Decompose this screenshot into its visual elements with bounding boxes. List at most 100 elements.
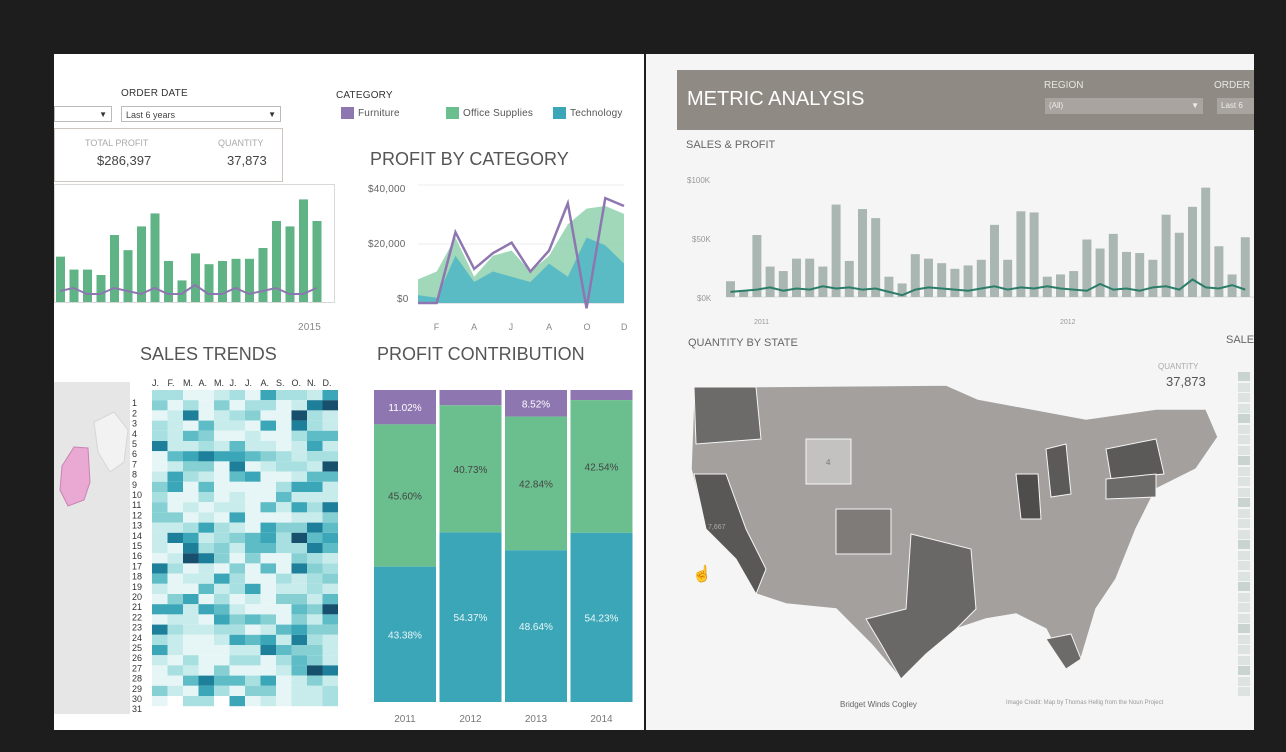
heatmap-cell[interactable] bbox=[322, 502, 339, 513]
heatmap-cell[interactable] bbox=[276, 665, 292, 676]
heatmap-cell[interactable] bbox=[260, 563, 277, 574]
map-state-mi[interactable] bbox=[1045, 443, 1072, 498]
heatmap-cell[interactable] bbox=[152, 665, 168, 676]
us-state-map[interactable]: 4 7,667 bbox=[686, 379, 1226, 689]
heatmap-cell[interactable] bbox=[167, 604, 184, 615]
heatmap-cell[interactable] bbox=[276, 502, 292, 513]
heatmap-cell[interactable] bbox=[322, 594, 339, 605]
side-strip-cell[interactable] bbox=[1238, 655, 1250, 665]
heatmap-cell[interactable] bbox=[260, 696, 277, 707]
heatmap-cell[interactable] bbox=[214, 563, 230, 574]
heatmap-cell[interactable] bbox=[276, 410, 292, 421]
heatmap-cell[interactable] bbox=[229, 430, 246, 441]
heatmap-cell[interactable] bbox=[307, 410, 323, 421]
heatmap-cell[interactable] bbox=[198, 645, 215, 656]
stack-segment-furniture[interactable] bbox=[570, 390, 633, 401]
heatmap-cell[interactable] bbox=[214, 696, 230, 707]
heatmap-cell[interactable] bbox=[167, 522, 184, 533]
heatmap-cell[interactable] bbox=[276, 512, 292, 523]
heatmap-cell[interactable] bbox=[167, 583, 184, 594]
heatmap-cell[interactable] bbox=[183, 400, 199, 411]
heatmap-cell[interactable] bbox=[198, 634, 215, 645]
side-strip-cell[interactable] bbox=[1238, 414, 1250, 423]
map-state-pa[interactable] bbox=[1105, 473, 1157, 500]
heatmap-cell[interactable] bbox=[198, 583, 215, 594]
heatmap-cell[interactable] bbox=[229, 522, 246, 533]
heatmap-cell[interactable] bbox=[276, 420, 292, 431]
heatmap-cell[interactable] bbox=[214, 543, 230, 554]
sales-bar[interactable] bbox=[726, 281, 735, 297]
heatmap-cell[interactable] bbox=[214, 420, 230, 431]
heatmap-cell[interactable] bbox=[322, 512, 339, 523]
sales-bar[interactable] bbox=[884, 276, 894, 297]
heatmap-cell[interactable] bbox=[167, 665, 184, 676]
heatmap-cell[interactable] bbox=[276, 461, 292, 472]
heatmap-cell[interactable] bbox=[229, 655, 246, 666]
sales-bar[interactable] bbox=[191, 253, 200, 302]
heatmap-cell[interactable] bbox=[214, 390, 230, 401]
heatmap-cell[interactable] bbox=[260, 634, 277, 645]
heatmap-cell[interactable] bbox=[183, 532, 199, 543]
heatmap-cell[interactable] bbox=[307, 522, 323, 533]
heatmap-cell[interactable] bbox=[183, 553, 199, 564]
heatmap-cell[interactable] bbox=[291, 430, 308, 441]
heatmap-cell[interactable] bbox=[245, 461, 261, 472]
heatmap-cell[interactable] bbox=[183, 604, 199, 615]
heatmap-cell[interactable] bbox=[322, 441, 339, 452]
heatmap-cell[interactable] bbox=[245, 665, 261, 676]
heatmap-cell[interactable] bbox=[183, 614, 199, 625]
sales-bar[interactable] bbox=[1188, 206, 1197, 297]
heatmap-cell[interactable] bbox=[291, 624, 308, 635]
heatmap-cell[interactable] bbox=[183, 655, 199, 666]
heatmap-cell[interactable] bbox=[214, 685, 230, 696]
heatmap-cell[interactable] bbox=[183, 420, 199, 431]
map-state-co[interactable] bbox=[835, 508, 892, 555]
heatmap-cell[interactable] bbox=[183, 481, 199, 492]
sales-bar[interactable] bbox=[976, 259, 986, 297]
heatmap-cell[interactable] bbox=[276, 553, 292, 564]
heatmap-cell[interactable] bbox=[152, 696, 168, 707]
heatmap-cell[interactable] bbox=[260, 481, 277, 492]
heatmap-cell[interactable] bbox=[183, 685, 199, 696]
heatmap-cell[interactable] bbox=[214, 665, 230, 676]
legend-label-furniture[interactable]: Furniture bbox=[358, 108, 400, 119]
heatmap-cell[interactable] bbox=[167, 573, 184, 584]
heatmap-cell[interactable] bbox=[214, 512, 230, 523]
side-strip-cell[interactable] bbox=[1238, 666, 1250, 675]
heatmap-cell[interactable] bbox=[322, 675, 339, 686]
heatmap-cell[interactable] bbox=[214, 604, 230, 615]
heatmap-cell[interactable] bbox=[229, 553, 246, 564]
heatmap-cell[interactable] bbox=[276, 563, 292, 574]
heatmap-cell[interactable] bbox=[260, 441, 277, 452]
heatmap-cell[interactable] bbox=[198, 420, 215, 431]
heatmap-cell[interactable] bbox=[183, 563, 199, 574]
heatmap-cell[interactable] bbox=[307, 675, 323, 686]
heatmap-cell[interactable] bbox=[183, 665, 199, 676]
heatmap-cell[interactable] bbox=[198, 481, 215, 492]
side-strip-cell[interactable] bbox=[1238, 687, 1250, 696]
sales-bar[interactable] bbox=[83, 269, 92, 302]
heatmap-cell[interactable] bbox=[183, 696, 199, 707]
heatmap-cell[interactable] bbox=[245, 430, 261, 441]
heatmap-cell[interactable] bbox=[307, 645, 323, 656]
heatmap-cell[interactable] bbox=[307, 604, 323, 615]
heatmap-cell[interactable] bbox=[167, 492, 184, 503]
heatmap-cell[interactable] bbox=[167, 685, 184, 696]
heatmap-cell[interactable] bbox=[245, 441, 261, 452]
side-strip-cell[interactable] bbox=[1238, 540, 1250, 549]
side-strip-cell[interactable] bbox=[1238, 424, 1250, 434]
heatmap-cell[interactable] bbox=[245, 522, 261, 533]
map-state-il[interactable] bbox=[1015, 473, 1042, 520]
heatmap-cell[interactable] bbox=[260, 594, 277, 605]
heatmap-cell[interactable] bbox=[307, 492, 323, 503]
heatmap-cell[interactable] bbox=[183, 573, 199, 584]
heatmap-cell[interactable] bbox=[245, 543, 261, 554]
heatmap-cell[interactable] bbox=[276, 685, 292, 696]
heatmap-cell[interactable] bbox=[307, 614, 323, 625]
sales-bar[interactable] bbox=[1201, 187, 1211, 297]
heatmap-cell[interactable] bbox=[322, 614, 339, 625]
heatmap-cell[interactable] bbox=[167, 594, 184, 605]
heatmap-cell[interactable] bbox=[245, 696, 261, 707]
heatmap-cell[interactable] bbox=[229, 481, 246, 492]
heatmap-cell[interactable] bbox=[229, 390, 246, 401]
